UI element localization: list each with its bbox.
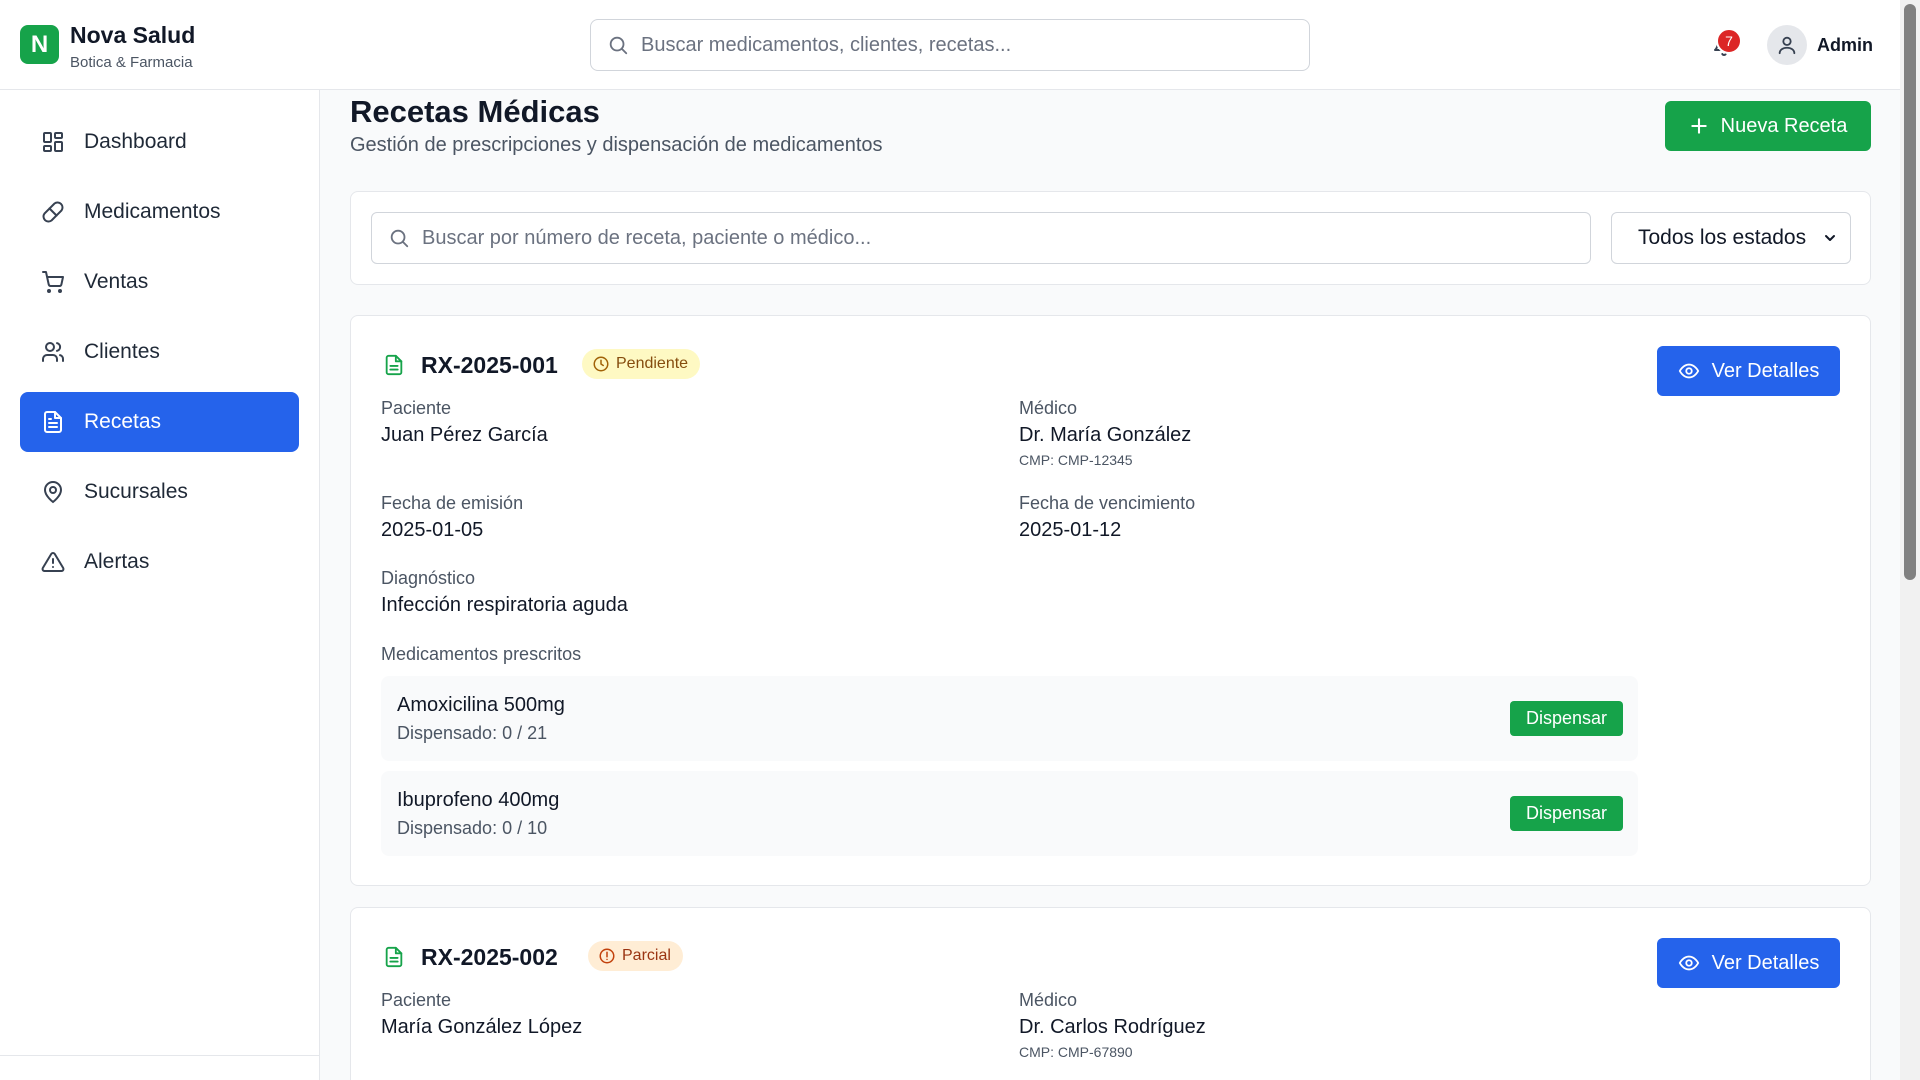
medication-dispensed: Dispensado: 0 / 10 bbox=[397, 818, 548, 838]
filter-panel: Todos los estados bbox=[350, 191, 1871, 285]
medication-item: Ibuprofeno 400mg Dispensado: 0 / 10 Disp… bbox=[381, 771, 1638, 856]
issue-date: 2025-01-05 bbox=[381, 519, 484, 541]
notification-count-badge: 7 bbox=[1716, 28, 1742, 54]
doctor-cmp: CMP: CMP-12345 bbox=[1019, 452, 1133, 468]
diagnosis: Infección respiratoria aguda bbox=[381, 594, 628, 616]
doctor-label: Médico bbox=[1019, 398, 1078, 418]
file-text-icon bbox=[385, 354, 403, 376]
prescription-code: RX-2025-001 bbox=[421, 352, 558, 378]
sidebar-item-label: Medicamentos bbox=[84, 200, 221, 223]
brand-name: Nova Salud bbox=[70, 22, 196, 48]
prescription-code: RX-2025-002 bbox=[421, 944, 558, 970]
patient-name: María González López bbox=[381, 1016, 583, 1038]
global-search[interactable] bbox=[590, 19, 1310, 71]
cart-icon bbox=[40, 269, 66, 295]
search-icon bbox=[609, 36, 628, 55]
medication-item: Amoxicilina 500mg Dispensado: 0 / 21 Dis… bbox=[381, 676, 1638, 761]
status-filter-value: Todos los estados bbox=[1638, 226, 1807, 249]
users-icon bbox=[40, 339, 66, 365]
brand-subtitle: Botica & Farmacia bbox=[70, 54, 193, 71]
sidebar-divider bbox=[0, 1055, 319, 1056]
doctor-name: Dr. Carlos Rodríguez bbox=[1019, 1016, 1206, 1038]
doctor-name: Dr. María González bbox=[1019, 424, 1192, 446]
medication-name: Amoxicilina 500mg bbox=[397, 694, 565, 716]
doctor-cmp: CMP: CMP-67890 bbox=[1019, 1044, 1133, 1060]
patient-label: Paciente bbox=[381, 990, 452, 1010]
file-text-icon bbox=[40, 409, 66, 435]
sidebar-item-clientes[interactable]: Clientes bbox=[20, 322, 299, 382]
brand-logo: N bbox=[20, 25, 59, 64]
alert-circle-icon bbox=[599, 948, 615, 964]
sidebar-item-label: Clientes bbox=[84, 340, 160, 363]
sidebar-item-label: Ventas bbox=[84, 270, 149, 293]
doctor-label: Médico bbox=[1019, 990, 1078, 1010]
view-details-button[interactable]: Ver Detalles bbox=[1657, 346, 1840, 396]
dispense-button[interactable]: Dispensar bbox=[1510, 701, 1623, 736]
status-badge-label: Pendiente bbox=[616, 355, 689, 372]
sidebar-item-medicamentos[interactable]: Medicamentos bbox=[20, 182, 299, 242]
prescription-card: RX-2025-001 Pendiente Ver Detalles Pacie… bbox=[350, 315, 1871, 886]
scrollbar-thumb[interactable] bbox=[1904, 4, 1916, 580]
sidebar-item-label: Sucursales bbox=[84, 480, 188, 503]
sidebar-item-sucursales[interactable]: Sucursales bbox=[20, 462, 299, 522]
eye-icon bbox=[1678, 363, 1699, 379]
dispense-button[interactable]: Dispensar bbox=[1510, 796, 1623, 831]
search-icon bbox=[390, 229, 409, 248]
sidebar-item-alertas[interactable]: Alertas bbox=[20, 532, 299, 592]
patient-label: Paciente bbox=[381, 398, 452, 418]
sidebar: Dashboard Medicamentos Ventas Clientes R… bbox=[0, 90, 320, 1080]
view-details-label: Ver Detalles bbox=[1711, 951, 1820, 974]
user-name[interactable]: Admin bbox=[1817, 35, 1873, 56]
patient-name: Juan Pérez García bbox=[381, 424, 548, 446]
status-badge-label: Parcial bbox=[622, 947, 671, 964]
file-text-icon bbox=[385, 946, 403, 968]
map-pin-icon bbox=[40, 479, 66, 505]
alert-triangle-icon bbox=[40, 549, 66, 575]
eye-icon bbox=[1678, 955, 1699, 971]
diagnosis-label: Diagnóstico bbox=[381, 568, 476, 588]
new-prescription-label: Nueva Receta bbox=[1720, 114, 1848, 137]
sidebar-item-label: Recetas bbox=[84, 410, 162, 433]
prescription-card: RX-2025-002 Parcial Ver Detalles Pacient… bbox=[350, 907, 1871, 1080]
dashboard-icon bbox=[40, 129, 66, 155]
user-icon bbox=[1778, 36, 1796, 55]
sidebar-item-ventas[interactable]: Ventas bbox=[20, 252, 299, 312]
new-prescription-button[interactable]: Nueva Receta bbox=[1665, 101, 1871, 151]
top-header: N Nova Salud Botica & Farmacia 7 Admin bbox=[0, 0, 1900, 90]
status-filter-select[interactable]: Todos los estados bbox=[1611, 212, 1851, 264]
prescription-search[interactable] bbox=[371, 212, 1591, 264]
chevron-down-icon bbox=[1825, 235, 1835, 241]
status-badge: Pendiente bbox=[582, 349, 701, 379]
clock-icon bbox=[593, 356, 609, 372]
issue-date-label: Fecha de emisión bbox=[381, 493, 524, 513]
view-details-button[interactable]: Ver Detalles bbox=[1657, 938, 1840, 988]
sidebar-item-label: Dashboard bbox=[84, 130, 187, 153]
pill-icon bbox=[40, 199, 66, 225]
expiry-date-label: Fecha de vencimiento bbox=[1019, 493, 1196, 513]
page-subtitle: Gestión de prescripciones y dispensación… bbox=[350, 134, 883, 156]
medication-name: Ibuprofeno 400mg bbox=[397, 789, 560, 811]
sidebar-item-dashboard[interactable]: Dashboard bbox=[20, 112, 299, 172]
prescription-search-input[interactable] bbox=[422, 226, 1590, 250]
view-details-label: Ver Detalles bbox=[1711, 359, 1820, 382]
status-badge: Parcial bbox=[588, 941, 683, 971]
sidebar-item-label: Alertas bbox=[84, 550, 150, 573]
sidebar-item-recetas[interactable]: Recetas bbox=[20, 392, 299, 452]
plus-icon bbox=[1690, 118, 1707, 134]
expiry-date: 2025-01-12 bbox=[1019, 519, 1122, 541]
user-avatar[interactable] bbox=[1767, 25, 1807, 65]
medication-dispensed: Dispensado: 0 / 21 bbox=[397, 723, 548, 743]
global-search-input[interactable] bbox=[641, 33, 1309, 57]
prescribed-medications-label: Medicamentos prescritos bbox=[381, 644, 582, 664]
page-title: Recetas Médicas bbox=[350, 94, 600, 129]
